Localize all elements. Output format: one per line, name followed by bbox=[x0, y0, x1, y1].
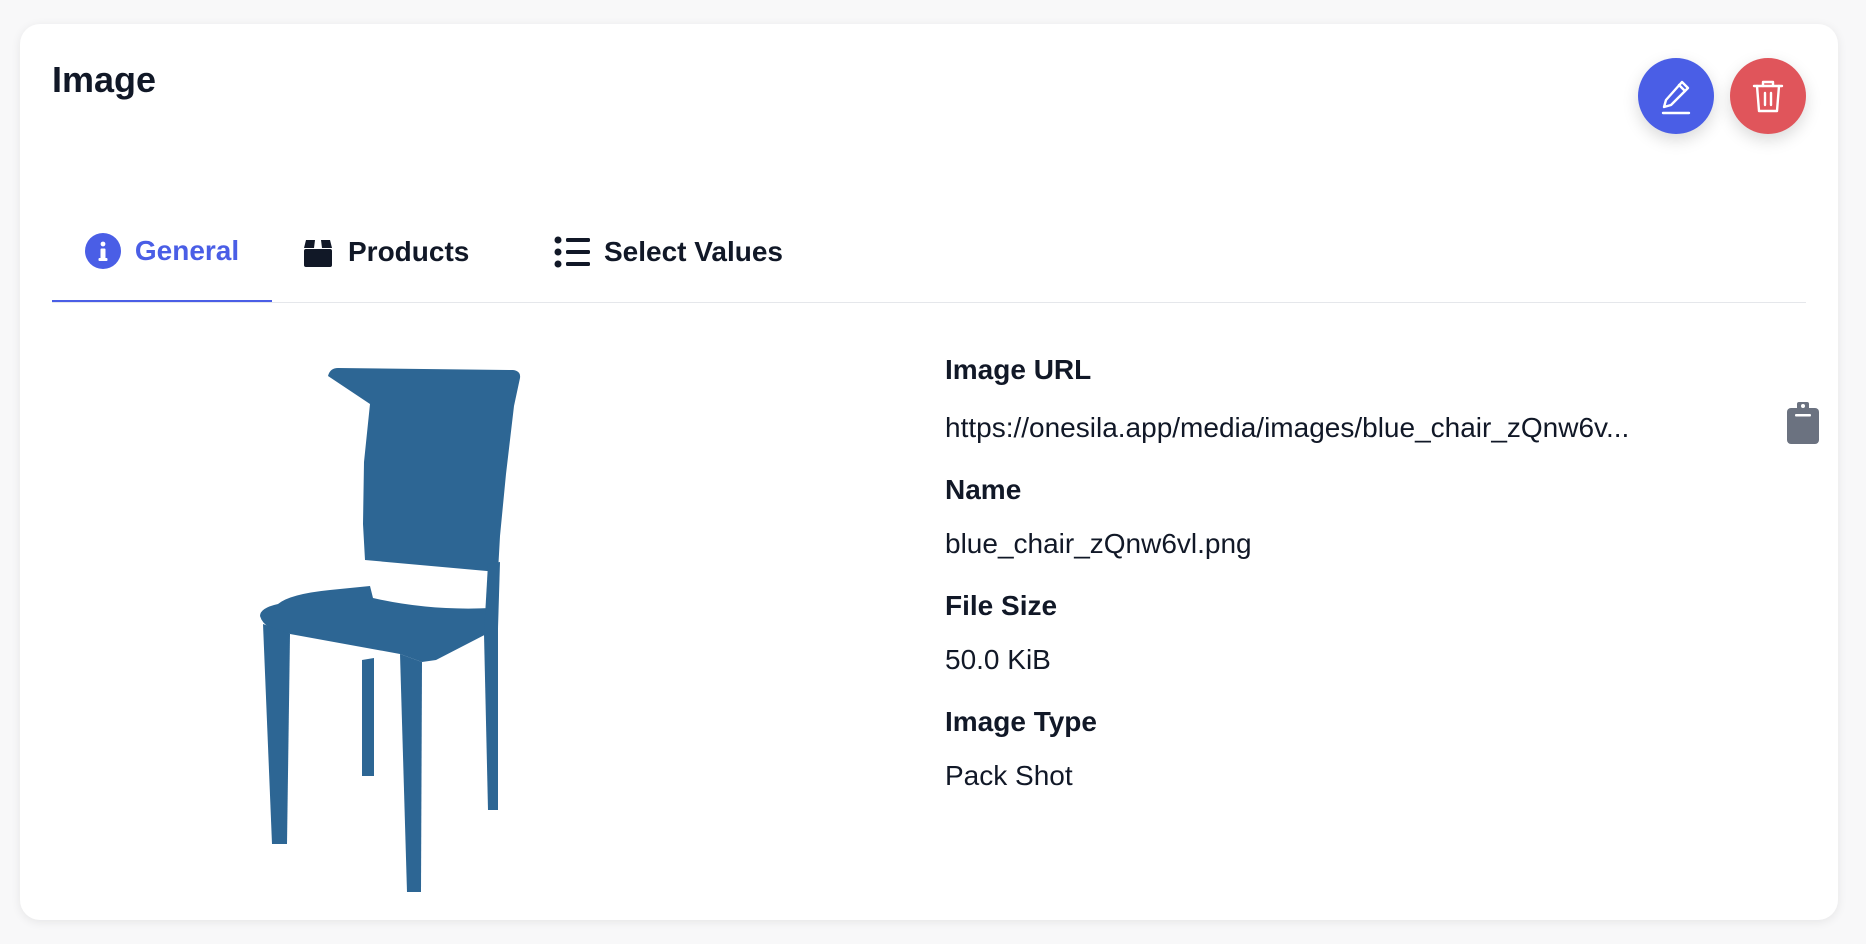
tab-select-values[interactable]: Select Values bbox=[554, 202, 783, 302]
tab-label: Select Values bbox=[604, 236, 784, 267]
file-size-value: 50.0 KiB bbox=[945, 644, 1051, 675]
name-label: Name bbox=[945, 474, 1022, 505]
image-url-value: https://onesila.app/media/images/blue_ch… bbox=[945, 412, 1630, 443]
trash-icon bbox=[1752, 80, 1784, 113]
info-circle-icon bbox=[84, 233, 121, 269]
name-value: blue_chair_zQnw6vl.png bbox=[945, 528, 1252, 559]
tab-label: General bbox=[134, 235, 240, 266]
tab-bar: General Products Select Values bbox=[52, 202, 1806, 303]
delete-button[interactable] bbox=[1730, 58, 1806, 134]
image-type-label: Image Type bbox=[945, 706, 1097, 737]
edit-button[interactable] bbox=[1638, 58, 1714, 134]
list-icon bbox=[554, 236, 590, 268]
file-size-label: File Size bbox=[945, 590, 1058, 621]
tab-products[interactable]: Products bbox=[302, 202, 469, 302]
tab-label: Products bbox=[348, 236, 470, 267]
image-url-label: Image URL bbox=[945, 354, 1092, 385]
clipboard-icon bbox=[1787, 402, 1819, 444]
chair-image bbox=[260, 368, 521, 892]
image-type-value: Pack Shot bbox=[945, 760, 1073, 791]
image-preview bbox=[260, 364, 650, 904]
page-title: Image bbox=[52, 59, 157, 100]
image-detail-card: Image General Products Select Values Ima… bbox=[20, 24, 1838, 920]
pencil-icon bbox=[1661, 80, 1691, 115]
copy-url-button[interactable] bbox=[1785, 402, 1821, 444]
box-icon bbox=[304, 240, 332, 267]
tab-general[interactable]: General bbox=[52, 202, 272, 302]
